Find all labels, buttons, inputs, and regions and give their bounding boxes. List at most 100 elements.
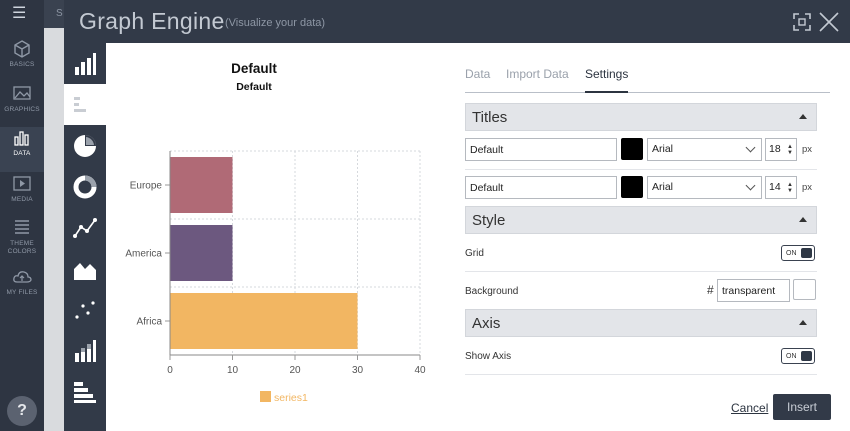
nav-my-files[interactable]: MY FILES [0,266,44,311]
category-label: Europe [130,181,163,192]
nav-graphics[interactable]: GRAPHICS [0,83,44,128]
subtitle-color-swatch[interactable] [621,176,643,198]
title-size-stepper[interactable]: 18 ▲ ▼ [765,138,797,161]
show-axis-toggle[interactable]: ON [781,348,815,364]
toggle-knob [801,248,812,258]
subtitle-text-input[interactable] [465,176,617,199]
subtitle-font-select[interactable]: Arial [647,176,762,199]
nav-media[interactable]: MEDIA [0,173,44,218]
grid-toggle[interactable]: ON [781,245,815,261]
subtitle-font-value: Arial [652,181,674,193]
canvas-background [44,28,66,431]
title-font-value: Arial [652,143,674,155]
modal-subtitle: (Visualize your data) [225,17,326,29]
help-button[interactable]: ? [7,396,37,426]
tab-data[interactable]: Data [465,67,490,93]
spinner-arrows-icon: ▲ ▼ [787,182,793,194]
category-label: Africa [136,317,162,328]
area-icon [74,263,96,280]
title-size-value: 18 [769,143,781,155]
stacked-bar-icon [75,340,96,362]
divider [465,271,817,272]
divider [465,374,817,375]
chart-type-area[interactable] [64,248,106,289]
subtitle-size-value: 14 [769,181,781,193]
background-label: Background [465,286,519,297]
nav-my-files-label: MY FILES [6,289,38,296]
chart-type-pie[interactable] [64,125,106,166]
axis-heading: Axis [472,315,501,332]
scatter-icon [75,301,95,319]
background-color-swatch[interactable] [793,279,816,300]
titles-section-header[interactable]: Titles [465,103,817,131]
nav-theme-colors-label: THEME COLORS [7,240,37,255]
close-icon[interactable] [818,11,840,33]
chart-type-stacked-horizontal-bar[interactable] [64,371,106,412]
show-axis-label: Show Axis [465,351,512,362]
chart-subtitle: Default [236,81,272,93]
cube-icon [14,40,30,58]
fullscreen-icon[interactable] [793,13,811,31]
modal-title: Graph Engine [79,8,225,34]
toggle-knob [801,351,812,361]
app-sidebar: ☰ BASICS GRAPHICS DATA MEDIA THEME COLOR… [0,0,44,431]
topbar-letter: S [56,8,63,19]
modal-header: Graph Engine (Visualize your data) [64,0,850,43]
theme-colors-icon [15,220,29,234]
axis-section-header[interactable]: Axis [465,309,817,337]
settings-tabs: Data Import Data Settings [465,67,830,93]
bar-chart: Europe America Africa 0 10 20 30 40 series1 [125,150,426,404]
style-section-header[interactable]: Style [465,206,817,234]
donut-icon [73,175,97,199]
chart-type-list [64,43,106,431]
category-label: America [125,249,162,260]
subtitle-size-unit: px [802,182,813,193]
menu-icon[interactable]: ☰ [12,6,30,22]
x-tick-label: 30 [352,365,364,376]
pie-icon [74,135,96,157]
nav-basics[interactable]: BASICS [0,38,44,83]
chart-type-scatter[interactable] [64,289,106,330]
title-font-select[interactable]: Arial [647,138,762,161]
chart-title: Default [231,61,277,76]
bar [170,225,233,281]
graph-engine-modal: Graph Engine (Visualize your data) Europ… [64,0,850,431]
chart-type-donut[interactable] [64,166,106,207]
line-icon [73,218,97,238]
cancel-button[interactable]: Cancel [731,401,768,415]
nav-theme-colors[interactable]: THEME COLORS [0,217,44,262]
background-color-input[interactable] [717,279,790,302]
nav-data[interactable]: DATA [0,127,44,172]
subtitle-size-stepper[interactable]: 14 ▲ ▼ [765,176,797,199]
bar [170,157,233,213]
grid-label: Grid [465,248,484,259]
chevron-down-icon [745,142,756,153]
stacked-horizontal-bar-icon [74,382,96,403]
insert-button[interactable]: Insert [773,394,831,420]
horizontal-bar-icon [74,97,86,112]
chart-preview: Europe America Africa 0 10 20 30 40 series1 [106,43,450,431]
collapse-icon [799,217,807,222]
nav-data-label: DATA [13,150,31,157]
graphics-icon [13,86,31,100]
data-chart-icon [14,131,29,146]
title-text-input[interactable] [465,138,617,161]
legend-swatch [260,391,271,402]
x-tick-label: 20 [289,365,301,376]
style-heading: Style [472,212,506,229]
titles-heading: Titles [472,109,508,126]
title-size-unit: px [802,144,813,155]
title-color-swatch[interactable] [621,138,643,160]
bar [170,293,358,349]
nav-media-label: MEDIA [11,196,33,203]
cloud-upload-icon [13,271,32,283]
spinner-arrows-icon: ▲ ▼ [787,144,793,156]
grid-toggle-state: ON [786,250,797,257]
tab-import-data[interactable]: Import Data [506,67,569,93]
chart-type-line[interactable] [64,207,106,248]
x-tick-label: 10 [227,365,239,376]
show-axis-toggle-state: ON [786,353,797,360]
hash-symbol: # [707,283,714,297]
tab-settings[interactable]: Settings [585,67,629,93]
chart-type-stacked-bar[interactable] [64,330,106,371]
